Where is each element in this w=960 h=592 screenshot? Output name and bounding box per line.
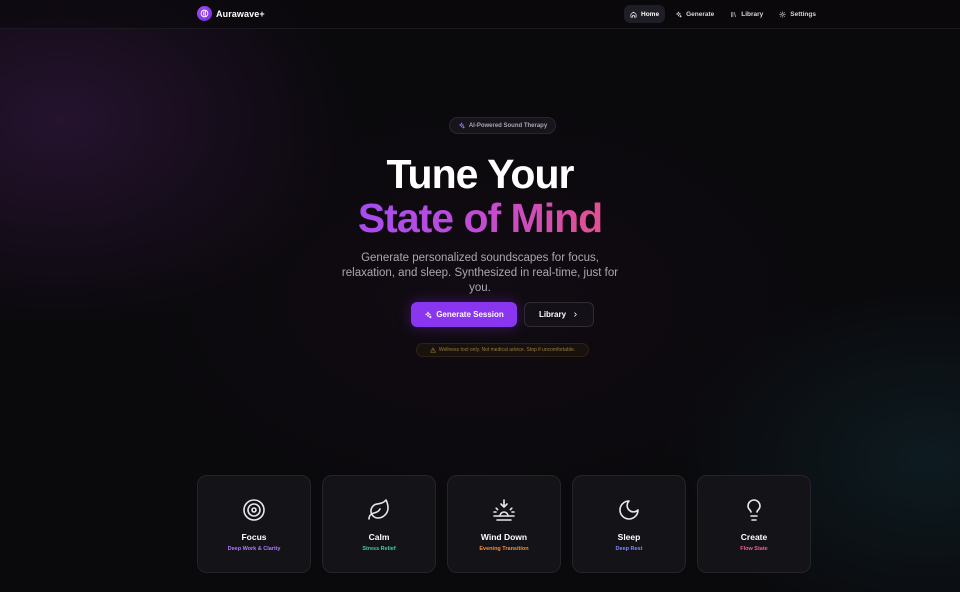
nav-library[interactable]: Library [724, 5, 769, 23]
hero-title-line1: Tune Your [386, 151, 575, 197]
nav-settings[interactable]: Settings [773, 5, 822, 23]
brand-name: Aurawave+ [216, 8, 265, 19]
feature-badge: AI-Powered Sound Therapy [449, 117, 556, 134]
disclaimer-banner: Wellness tool only. Not medical advice. … [416, 343, 589, 357]
waveform-circle-icon [197, 6, 212, 21]
sunset-icon [493, 499, 515, 521]
library-icon [731, 11, 737, 17]
hero-title-gradient-text: State of Mind [357, 195, 603, 241]
hero-subtitle: Generate personalized soundscapes for fo… [341, 252, 619, 294]
home-icon [630, 11, 637, 17]
mode-card-subtitle: Deep Work & Clarity [227, 546, 281, 552]
mode-card-subtitle: Evening Transition [479, 546, 529, 552]
disclaimer-text: Wellness tool only. Not medical advice. … [438, 347, 576, 353]
library-button-label: Library [538, 310, 567, 319]
top-nav-bar: Aurawave+ Home Generate Library Settings [0, 0, 960, 29]
lightbulb-icon [747, 499, 761, 521]
mode-card-create[interactable]: Create Flow State [697, 475, 811, 573]
mode-card-sleep[interactable]: Sleep Deep Rest [572, 475, 686, 573]
nav-library-label: Library [741, 10, 764, 18]
nav-settings-label: Settings [790, 10, 816, 18]
sparkles-icon [676, 11, 682, 17]
nav-home-label: Home [641, 10, 660, 18]
nav-generate[interactable]: Generate [669, 5, 720, 23]
sparkles-icon [425, 311, 432, 318]
mode-card-subtitle: Flow State [740, 546, 768, 552]
mode-card-subtitle: Stress Relief [362, 546, 396, 552]
mode-card-title: Focus [241, 532, 267, 542]
mode-card-title: Create [740, 532, 768, 542]
library-button[interactable]: Library [524, 302, 594, 327]
mode-card-wind-down[interactable]: Wind Down Evening Transition [447, 475, 561, 573]
mode-card-calm[interactable]: Calm Stress Relief [322, 475, 436, 573]
target-icon [243, 499, 265, 521]
mode-cards: Focus Deep Work & Clarity Calm Stress Re… [197, 475, 811, 573]
nav-home[interactable]: Home [624, 5, 666, 23]
generate-session-button[interactable]: Generate Session [411, 302, 517, 327]
brand[interactable]: Aurawave+ [197, 6, 265, 21]
moon-icon [619, 500, 639, 520]
sparkles-icon [458, 122, 465, 129]
chevron-right-icon [574, 312, 577, 317]
nav-generate-label: Generate [686, 10, 715, 18]
mode-card-title: Calm [368, 532, 390, 542]
mode-card-title: Wind Down [480, 532, 528, 542]
leaf-icon [368, 499, 389, 520]
mode-card-title: Sleep [617, 532, 641, 542]
mode-card-subtitle: Deep Rest [615, 546, 643, 552]
feature-badge-label: AI-Powered Sound Therapy [468, 122, 548, 129]
hero-title-line2: State of Mind [0, 195, 960, 241]
main-nav: Home Generate Library Settings [624, 5, 822, 23]
gear-icon [779, 10, 787, 18]
mode-card-focus[interactable]: Focus Deep Work & Clarity [197, 475, 311, 573]
generate-session-label: Generate Session [436, 310, 504, 319]
warning-triangle-icon [430, 347, 436, 353]
